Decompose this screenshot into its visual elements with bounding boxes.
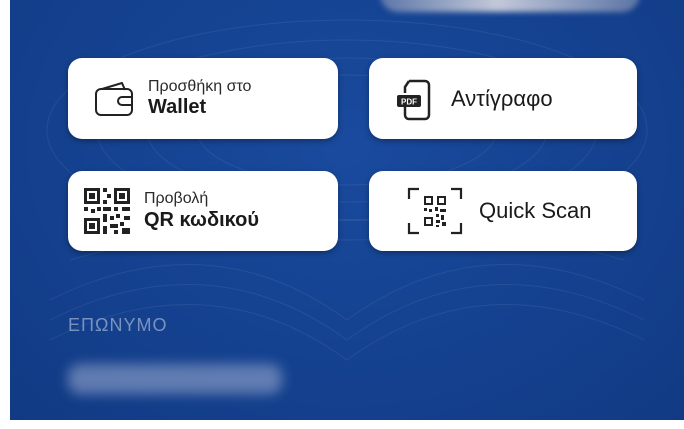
view-qr-line2: QR κωδικού [144,208,259,231]
quick-scan-button[interactable]: Quick Scan [369,171,637,251]
qr-code-icon [82,186,132,236]
top-card-edge [380,0,640,12]
add-to-wallet-line2: Wallet [148,96,207,119]
surname-value-redacted [68,364,282,394]
pdf-document-icon: PDF [395,77,435,121]
add-to-wallet-button[interactable]: Προσθήκη στο Wallet [68,58,338,139]
qr-scan-icon [407,187,463,235]
view-qr-line1: Προβολή [144,190,209,208]
pdf-icon-text: PDF [401,97,417,106]
copy-button[interactable]: PDF Αντίγραφο [369,58,637,139]
surname-label: ΕΠΩΝΥΜΟ [68,315,168,335]
add-to-wallet-text: Προσθήκη στο Wallet [148,78,251,119]
view-qr-code-button[interactable]: Προβολή QR κωδικού [68,171,338,251]
quick-scan-label: Quick Scan [479,198,592,223]
app-screen: Προσθήκη στο Wallet PDF Αντίγραφο Προβολ… [10,0,684,420]
add-to-wallet-line1: Προσθήκη στο [148,77,252,95]
view-qr-text: Προβολή QR κωδικού [144,190,259,231]
copy-label: Αντίγραφο [451,85,553,111]
wallet-icon [94,81,136,117]
